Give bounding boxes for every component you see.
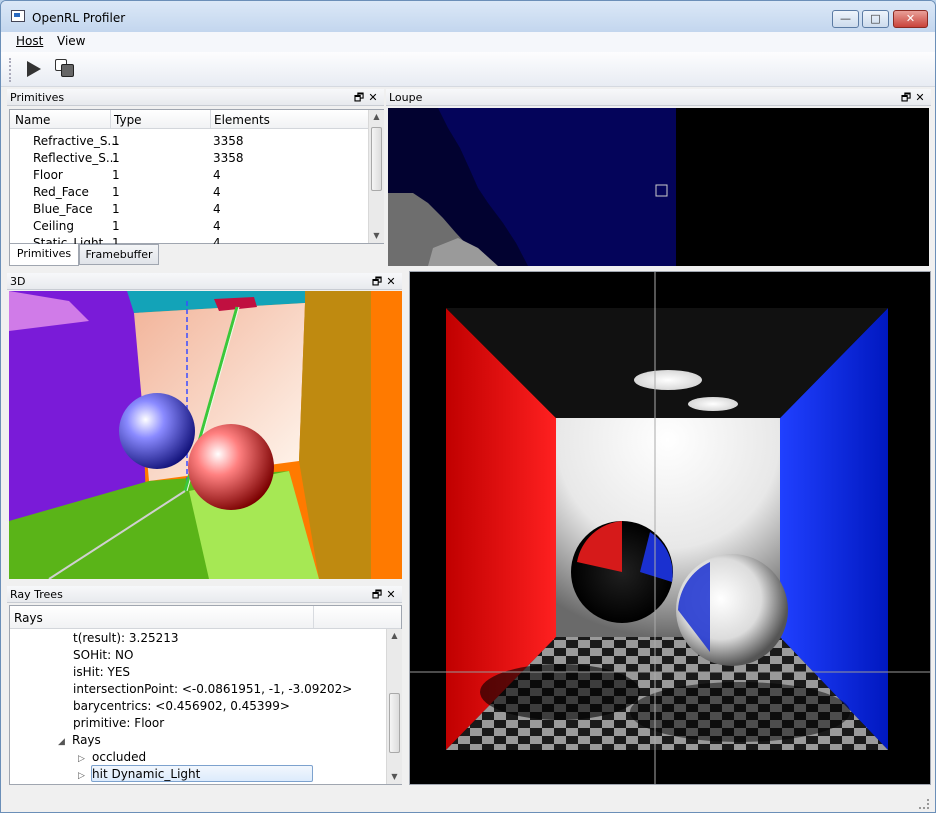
windows-icon bbox=[55, 59, 75, 79]
close-icon[interactable]: ✕ bbox=[384, 273, 398, 290]
collapsed-triangle-icon[interactable]: ▷ bbox=[78, 771, 92, 781]
float-icon[interactable]: 🗗 bbox=[370, 273, 384, 290]
expanded-triangle-icon[interactable]: ◢ bbox=[58, 737, 72, 747]
ray-attr-sohit[interactable]: SOHit: NO bbox=[73, 648, 133, 662]
close-icon[interactable]: ✕ bbox=[384, 586, 398, 603]
resize-grip-icon[interactable] bbox=[919, 799, 929, 809]
ray-attr-t-result[interactable]: t(result): 3.25213 bbox=[73, 631, 179, 645]
tab-primitives[interactable]: Primitives bbox=[9, 244, 79, 266]
ray-attr-ishit[interactable]: isHit: YES bbox=[73, 665, 130, 679]
cornell-box-render bbox=[410, 272, 930, 784]
ray-trees-dock-title[interactable]: Ray Trees 🗗 ✕ bbox=[7, 586, 402, 603]
scroll-down-icon[interactable]: ▼ bbox=[369, 229, 384, 243]
table-row[interactable]: Ceiling 1 4 bbox=[10, 217, 370, 234]
three-d-dock-title[interactable]: 3D 🗗 ✕ bbox=[7, 273, 402, 290]
ray-attr-barycentrics[interactable]: barycentrics: <0.456902, 0.45399> bbox=[73, 699, 290, 713]
maximize-button[interactable]: □ bbox=[862, 10, 889, 28]
three-d-title: 3D bbox=[10, 275, 26, 288]
tree-node-hit-dynamic-light[interactable]: ▷ hit Dynamic_Light bbox=[78, 767, 200, 781]
render-view[interactable] bbox=[409, 271, 931, 785]
loupe-title: Loupe bbox=[389, 91, 423, 104]
main-window: OpenRL Profiler — □ ✕ Host View Primitiv… bbox=[0, 0, 936, 813]
table-row[interactable]: Reflective_S... 1 3358 bbox=[10, 149, 370, 166]
table-row[interactable]: Blue_Face 1 4 bbox=[10, 200, 370, 217]
loupe-view[interactable] bbox=[388, 108, 929, 266]
play-icon bbox=[27, 61, 41, 77]
left-tab-bar: Primitives Framebuffer bbox=[9, 244, 384, 266]
loupe-image bbox=[388, 108, 676, 266]
scroll-up-icon[interactable]: ▲ bbox=[387, 629, 402, 643]
column-name[interactable]: Name bbox=[15, 113, 50, 127]
menu-bar: Host View bbox=[1, 32, 935, 52]
primitives-title: Primitives bbox=[10, 91, 65, 104]
run-button[interactable] bbox=[21, 56, 47, 82]
primitives-table: Name Type Elements Refractive_S... 1 335… bbox=[9, 109, 384, 244]
table-row[interactable]: Refractive_S... 1 3358 bbox=[10, 132, 370, 149]
title-bar[interactable]: OpenRL Profiler — □ ✕ bbox=[1, 1, 935, 32]
minimize-button[interactable]: — bbox=[832, 10, 859, 28]
toolbar bbox=[1, 52, 935, 87]
scroll-thumb[interactable] bbox=[371, 127, 382, 191]
menu-view[interactable]: View bbox=[57, 34, 85, 48]
table-row[interactable]: Red_Face 1 4 bbox=[10, 183, 370, 200]
status-bar bbox=[1, 789, 935, 812]
table-row[interactable]: Floor 1 4 bbox=[10, 166, 370, 183]
primitives-dock-title[interactable]: Primitives 🗗 ✕ bbox=[7, 89, 384, 106]
loupe-dock-title[interactable]: Loupe 🗗 ✕ bbox=[386, 89, 931, 106]
table-header: Name Type Elements bbox=[10, 110, 370, 129]
ray-tree-view: Rays t(result): 3.25213 SOHit: NO isHit:… bbox=[9, 605, 402, 785]
float-icon[interactable]: 🗗 bbox=[370, 586, 384, 603]
tab-framebuffer[interactable]: Framebuffer bbox=[79, 244, 159, 265]
window-title: OpenRL Profiler bbox=[32, 11, 126, 25]
tree-node-rays[interactable]: ◢ Rays bbox=[58, 733, 101, 747]
three-d-scene bbox=[9, 291, 402, 579]
toolbar-grip[interactable] bbox=[9, 58, 11, 82]
ray-attr-primitive[interactable]: primitive: Floor bbox=[73, 716, 164, 730]
close-icon[interactable]: ✕ bbox=[913, 89, 927, 106]
windows-button[interactable] bbox=[51, 56, 77, 82]
ray-trees-title: Ray Trees bbox=[10, 588, 63, 601]
ray-tree-header: Rays bbox=[10, 606, 401, 629]
three-d-view[interactable] bbox=[9, 291, 402, 579]
collapsed-triangle-icon[interactable]: ▷ bbox=[78, 754, 92, 764]
scroll-down-icon[interactable]: ▼ bbox=[387, 770, 402, 784]
column-rays[interactable]: Rays bbox=[14, 611, 43, 625]
primitives-scrollbar[interactable]: ▲ ▼ bbox=[368, 110, 384, 243]
tree-node-occluded[interactable]: ▷ occluded bbox=[78, 750, 146, 764]
ray-attr-intersection-point[interactable]: intersectionPoint: <-0.0861951, -1, -3.0… bbox=[73, 682, 352, 696]
scroll-up-icon[interactable]: ▲ bbox=[369, 110, 384, 124]
column-type[interactable]: Type bbox=[114, 113, 142, 127]
float-icon[interactable]: 🗗 bbox=[899, 89, 913, 106]
table-row[interactable]: Static_Light 1 4 bbox=[10, 234, 370, 244]
close-button[interactable]: ✕ bbox=[893, 10, 928, 28]
app-icon bbox=[11, 10, 25, 22]
float-icon[interactable]: 🗗 bbox=[352, 89, 366, 106]
menu-host[interactable]: Host bbox=[16, 34, 43, 48]
column-elements[interactable]: Elements bbox=[214, 113, 270, 127]
scroll-thumb[interactable] bbox=[389, 693, 400, 753]
ray-tree-scrollbar[interactable]: ▲ ▼ bbox=[386, 629, 402, 784]
close-icon[interactable]: ✕ bbox=[366, 89, 380, 106]
